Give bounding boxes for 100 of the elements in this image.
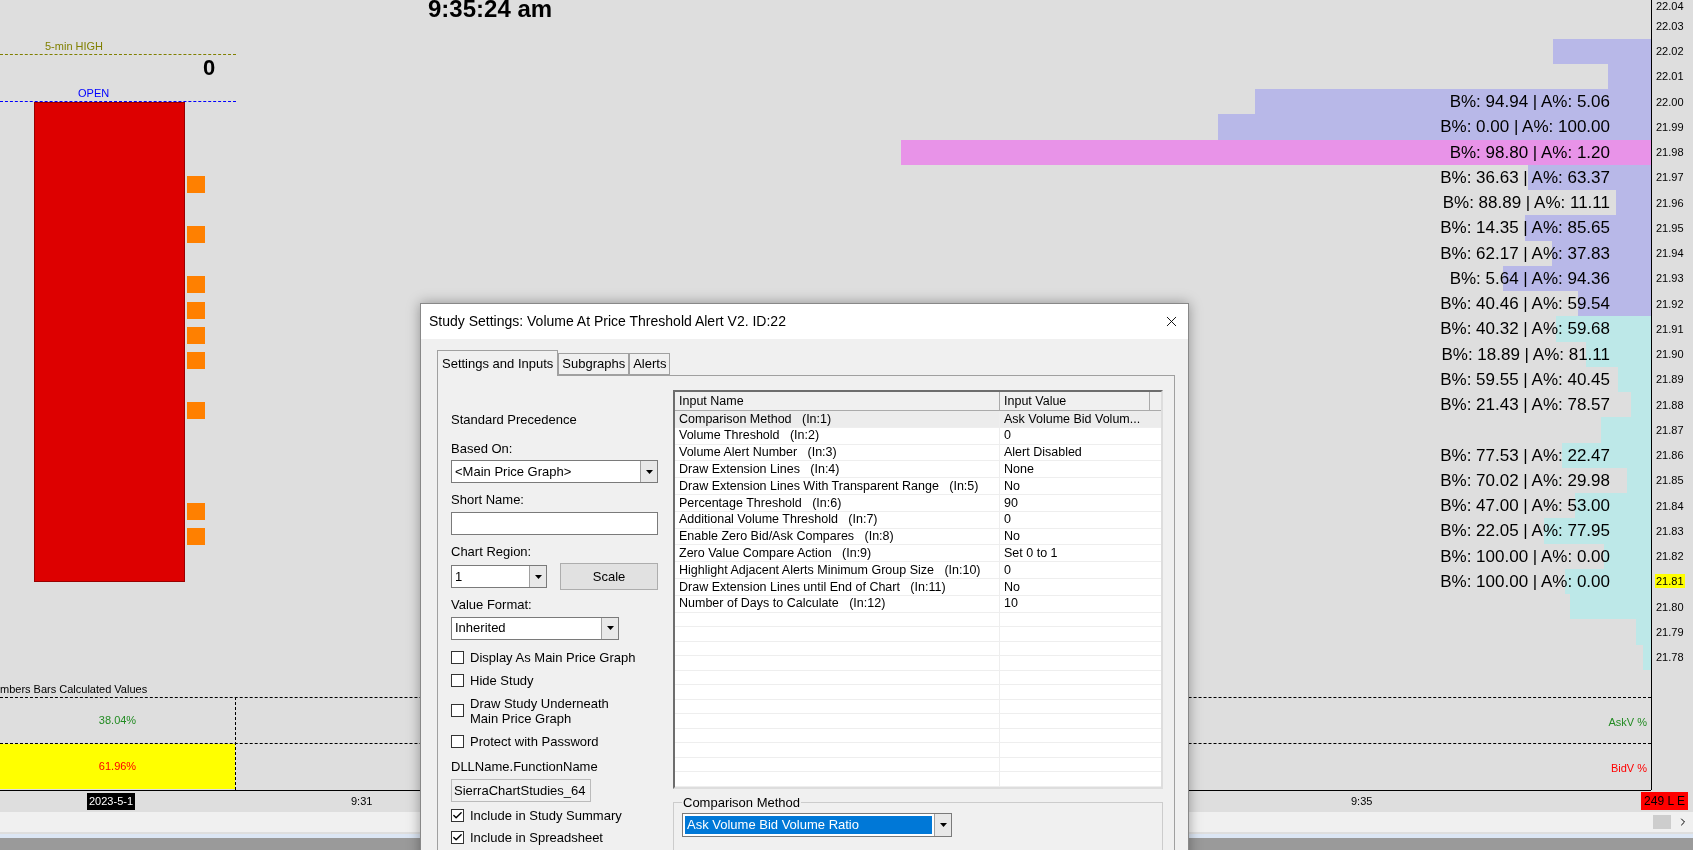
dll-name-field[interactable]: SierraChartStudies_64 — [451, 779, 591, 802]
checkbox[interactable] — [451, 673, 464, 687]
price-level-label: 5-min HIGH — [45, 41, 104, 52]
bid-ask-label: B%: 59.55 | A%: 40.45 — [1440, 370, 1610, 388]
subgraph-value: 38.04% — [98, 713, 137, 729]
caret-icon[interactable] — [640, 461, 657, 482]
scroll-thumb[interactable] — [1653, 815, 1671, 829]
price-level-label: OPEN — [78, 88, 110, 99]
table-row[interactable]: Draw Extension Lines (In:4) None — [675, 461, 1161, 479]
table-cell: Number of Days to Calculate (In:12) — [675, 595, 1000, 612]
price-label: 21.84 — [1655, 498, 1685, 513]
table-row[interactable]: Draw Extension Lines With Transparent Range (In:5) No — [675, 478, 1161, 495]
alert-marker — [187, 276, 205, 293]
tab[interactable]: Settings and Inputs — [437, 350, 559, 376]
table-cell: Zero Value Compare Action (In:9) — [675, 545, 1000, 562]
tab[interactable]: Subgraphs — [558, 353, 630, 375]
table-cell: Enable Zero Bid/Ask Compares (In:8) — [675, 528, 1000, 545]
status-badge: 249 L E — [1641, 792, 1688, 810]
bid-ask-label: B%: 40.46 | A%: 59.54 — [1440, 295, 1610, 313]
column-header[interactable]: Input Value — [1000, 392, 1150, 410]
table-cell-text: 0 — [1003, 562, 1012, 578]
table-cell-text: No — [1003, 528, 1021, 545]
table-cell-text: No — [1003, 478, 1021, 494]
caret-icon[interactable] — [934, 813, 951, 836]
alert-marker — [187, 352, 205, 369]
dropdown[interactable]: Inherited — [451, 616, 619, 640]
table-cell-text: 90 — [1003, 495, 1019, 511]
checkbox-label: Include in Study Summary — [470, 808, 622, 823]
dropdown[interactable]: <Main Price Graph> — [451, 460, 658, 483]
price-label: 21.82 — [1655, 549, 1685, 564]
checkbox[interactable] — [451, 650, 464, 664]
bid-ask-label: B%: 100.00 | A%: 0.00 — [1440, 547, 1610, 565]
price-label: 21.94 — [1655, 246, 1685, 261]
alert-marker — [187, 176, 205, 193]
table-cell-text: 0 — [1003, 427, 1012, 444]
checkbox-label: Draw Study Underneath Main Price Graph — [470, 695, 609, 726]
price-label: 22.02 — [1655, 44, 1685, 59]
price-label: 21.83 — [1655, 523, 1685, 538]
field-label: DLLName.FunctionName — [451, 757, 599, 776]
scale-button[interactable]: Scale — [560, 563, 658, 590]
price-label: 21.80 — [1655, 599, 1685, 614]
table-cell-text: Set 0 to 1 — [1003, 545, 1059, 562]
table-cell-text: Ask Volume Bid Volum... — [1003, 411, 1142, 427]
table-row[interactable]: Comparison Method (In:1) Ask Volume Bid Volum... — [675, 411, 1161, 428]
bid-ask-label: B%: 98.80 | A%: 1.20 — [1449, 143, 1610, 161]
table-cell: Draw Extension Lines With Transparent Range (In:5) — [675, 478, 1000, 494]
time-label: 2023-5-1 — [87, 793, 136, 810]
time-label: 9:35 — [1350, 794, 1374, 809]
checkbox-label: Display As Main Price Graph — [470, 649, 636, 665]
bid-ask-label: B%: 0.00 | A%: 100.00 — [1440, 118, 1610, 136]
alert-marker — [187, 226, 205, 243]
price-label: 21.78 — [1655, 650, 1685, 665]
field-label: Short Name: — [451, 491, 525, 509]
price-label: 21.87 — [1655, 422, 1685, 437]
checkbox[interactable] — [451, 831, 464, 844]
table-cell-text: No — [1003, 578, 1021, 595]
checkbox[interactable] — [451, 809, 464, 822]
column-header[interactable]: Input Name — [675, 392, 1000, 410]
field-label: Based On: — [451, 439, 514, 458]
table-row[interactable]: Highlight Adjacent Alerts Minimum Group Size (In:10) 0 — [675, 562, 1161, 579]
tab[interactable]: Alerts — [629, 353, 671, 375]
comparison-dropdown[interactable]: Ask Volume Bid Volume Ratio — [682, 812, 952, 837]
checkbox-label: Include in Spreadsheet — [470, 830, 603, 845]
table-cell: Volume Alert Number (In:3) — [675, 444, 1000, 461]
bid-ask-label: B%: 70.02 | A%: 29.98 — [1440, 471, 1610, 489]
table-cell-text: 0 — [1003, 511, 1012, 528]
counter-text: 0 — [203, 54, 216, 82]
short-name-field[interactable] — [451, 511, 658, 535]
alert-marker — [187, 402, 205, 419]
price-label: 21.86 — [1655, 448, 1685, 463]
dropdown[interactable]: 1 — [451, 565, 547, 588]
time-label: 9:31 — [350, 794, 374, 809]
checkbox[interactable] — [451, 734, 464, 748]
price-label: 21.98 — [1655, 145, 1685, 160]
bid-ask-label: B%: 94.94 | A%: 5.06 — [1449, 93, 1610, 111]
subgraph-name: BidV % — [1610, 761, 1647, 776]
table-cell: Percentage Threshold (In:6) — [675, 495, 1000, 511]
bid-ask-label: B%: 36.63 | A%: 63.37 — [1440, 168, 1610, 186]
study-title: mbers Bars Calculated Values — [0, 682, 148, 697]
caret-icon[interactable] — [601, 617, 618, 639]
price-label: 21.85 — [1655, 473, 1685, 488]
table-row[interactable]: Zero Value Compare Action (In:9) Set 0 to 1 — [675, 545, 1161, 563]
price-label: 22.00 — [1655, 94, 1685, 109]
table-cell: Draw Extension Lines (In:4) — [675, 461, 1000, 478]
bid-ask-label: B%: 40.32 | A%: 59.68 — [1440, 320, 1610, 338]
caret-icon[interactable] — [529, 566, 546, 587]
price-label: 21.91 — [1655, 321, 1685, 336]
alert-marker — [187, 302, 205, 319]
alert-marker — [187, 327, 205, 344]
price-label: 21.79 — [1655, 624, 1685, 639]
price-label: 22.04 — [1655, 0, 1685, 14]
section-label: Standard Precedence — [451, 411, 578, 429]
alert-marker — [187, 528, 205, 545]
bid-ask-label: B%: 14.35 | A%: 85.65 — [1440, 219, 1610, 237]
clock-text: 9:35:24 am — [428, 0, 553, 21]
alert-marker — [187, 503, 205, 520]
bid-ask-label: B%: 62.17 | A%: 37.83 — [1440, 244, 1610, 262]
checkbox[interactable] — [451, 704, 464, 717]
table-cell: Highlight Adjacent Alerts Minimum Group Size (In:10) — [675, 562, 1000, 578]
price-label: 21.99 — [1655, 119, 1685, 134]
